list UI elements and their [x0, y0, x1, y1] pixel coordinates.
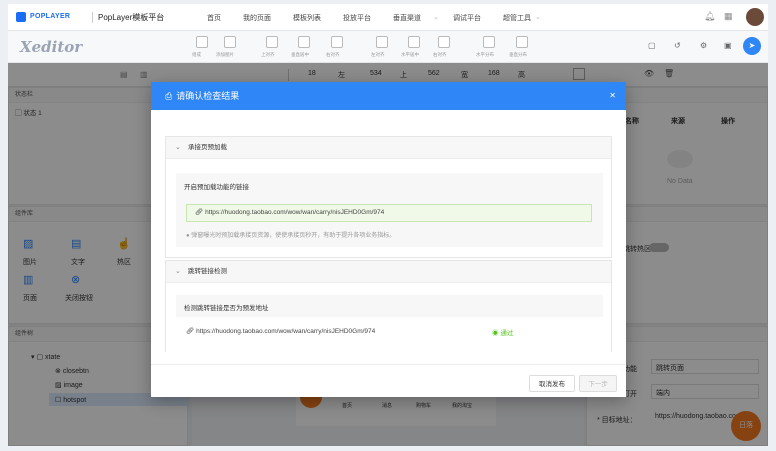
publish-icon[interactable]: ➤ [743, 37, 761, 55]
nav-my-pages[interactable]: 我的页面 [243, 13, 271, 23]
avatar[interactable] [746, 8, 764, 26]
cancel-publish-button[interactable]: 取消发布 [529, 375, 575, 392]
undo-icon[interactable]: ↺ [674, 41, 681, 50]
poplayer-logo-icon [16, 12, 26, 22]
platform-title: PopLayer模板平台 [98, 13, 165, 22]
tool-label: 添加图片 [216, 52, 234, 57]
align-left-icon[interactable] [376, 36, 388, 48]
preload-link: https://huodong.taobao.com/wow/wan/carry… [205, 209, 385, 216]
xeditor-logo: Xeditor [20, 38, 83, 56]
save-icon[interactable]: ▣ [724, 41, 732, 50]
footer-divider [151, 364, 626, 365]
distribute-h-icon[interactable] [483, 36, 495, 48]
preload-note-text: 弹窗曝光时预加载承接页资源，使使承接页秒开，有助于提升各项业务指标。 [191, 233, 396, 239]
redirect-link-row[interactable]: 🔗︎ https://huodong.taobao.com/wow/wan/ca… [186, 327, 375, 335]
redirect-subtitle: 检测跳转链接是否为预发地址 [184, 305, 269, 312]
grid-icon[interactable]: ▦ [724, 11, 733, 22]
tool-label: 水平居中 [401, 52, 419, 57]
preview-icon[interactable]: ▢ [648, 41, 656, 50]
preload-subtitle: 开启预加载功能的链接 [184, 184, 249, 191]
tool-label: 组成 [192, 52, 201, 57]
clipboard-icon: ⎙ [165, 91, 173, 101]
align-hcenter-icon[interactable] [408, 36, 420, 48]
tool-label: 右对齐 [433, 52, 447, 57]
align-vcenter-icon[interactable] [298, 36, 310, 48]
tool-label: 水平分布 [476, 52, 494, 57]
redirect-section-title: 跳转链接检测 [188, 268, 227, 275]
redirect-status: ◉ 通过 [492, 327, 513, 337]
group-icon[interactable] [196, 36, 208, 48]
image-tool-icon[interactable] [224, 36, 236, 48]
distribute-v-icon[interactable] [516, 36, 528, 48]
align-right-icon[interactable] [331, 36, 343, 48]
settings-icon[interactable]: ⚙ [700, 41, 707, 50]
nav-vertical-channel[interactable]: 垂直渠道 [393, 13, 421, 23]
chevron-down-icon: ⌄ [175, 144, 181, 151]
check-circle-icon: ◉ [492, 330, 499, 337]
info-icon: ● [186, 233, 190, 239]
align-top-icon[interactable] [266, 36, 278, 48]
poplayer-logo: POPLAYER [30, 13, 71, 20]
redirect-link: https://huodong.taobao.com/wow/wan/carry… [196, 328, 376, 335]
redirect-status-text: 通过 [500, 330, 514, 337]
redirect-section: ⌄ 跳转链接检测 检测跳转链接是否为预发地址 🔗︎ https://huodong… [165, 260, 612, 352]
tool-label: 左对齐 [371, 52, 385, 57]
redirect-section-header[interactable]: ⌄ 跳转链接检测 [166, 261, 611, 283]
redirect-subheader: 检测跳转链接是否为预发地址 [176, 295, 603, 317]
nav-delivery[interactable]: 投放平台 [343, 13, 371, 23]
nav-template-list[interactable]: 模板列表 [293, 13, 321, 23]
tool-label: 右对齐 [326, 52, 340, 57]
tool-label: 垂直居中 [291, 52, 309, 57]
align-right-2-icon[interactable] [438, 36, 450, 48]
tool-label: 上对齐 [261, 52, 275, 57]
top-navbar: POPLAYER PopLayer模板平台 首页 我的页面 模板列表 投放平台 … [8, 4, 768, 31]
close-icon[interactable]: ✕ [609, 82, 616, 110]
tool-label: 垂直分布 [509, 52, 527, 57]
modal-title: 请确认检查结果 [176, 91, 240, 101]
check-result-modal: ⎙ 请确认检查结果 ✕ ⌄ 承接页预加载 开启预加载功能的链接 🔗︎ https:/… [151, 82, 626, 397]
editor-toolbar: Xeditor 组成 添加图片 上对齐 垂直居中 右对齐 左对齐 水平居中 右对… [8, 31, 768, 63]
link-icon: 🔗︎ [195, 209, 204, 216]
preload-section: ⌄ 承接页预加载 开启预加载功能的链接 🔗︎ https://huodong.ta… [165, 136, 612, 258]
chevron-down-icon: ⌄ [535, 14, 541, 21]
nav-debug[interactable]: 调试平台 [453, 13, 481, 23]
next-step-button[interactable]: 下一步 [579, 375, 617, 392]
preload-section-header[interactable]: ⌄ 承接页预加载 [166, 137, 611, 159]
preload-section-title: 承接页预加载 [188, 144, 227, 151]
nav-admin-tools[interactable]: 超管工具 [503, 13, 531, 23]
preload-note: ● 弹窗曝光时预加载承接页资源，使使承接页秒开，有助于提升各项业务指标。 [186, 230, 395, 239]
nav-home[interactable]: 首页 [207, 13, 221, 23]
chevron-down-icon: ⌄ [433, 14, 439, 21]
link-icon: 🔗︎ [186, 328, 195, 335]
chevron-down-icon: ⌄ [175, 268, 181, 275]
preload-body: 开启预加载功能的链接 🔗︎ https://huodong.taobao.com… [176, 173, 603, 247]
divider [92, 12, 93, 23]
bell-icon[interactable]: 🔔︎ [704, 11, 715, 22]
modal-header: ⎙ 请确认检查结果 ✕ [151, 82, 626, 110]
preload-link-box[interactable]: 🔗︎ https://huodong.taobao.com/wow/wan/ca… [186, 204, 592, 222]
